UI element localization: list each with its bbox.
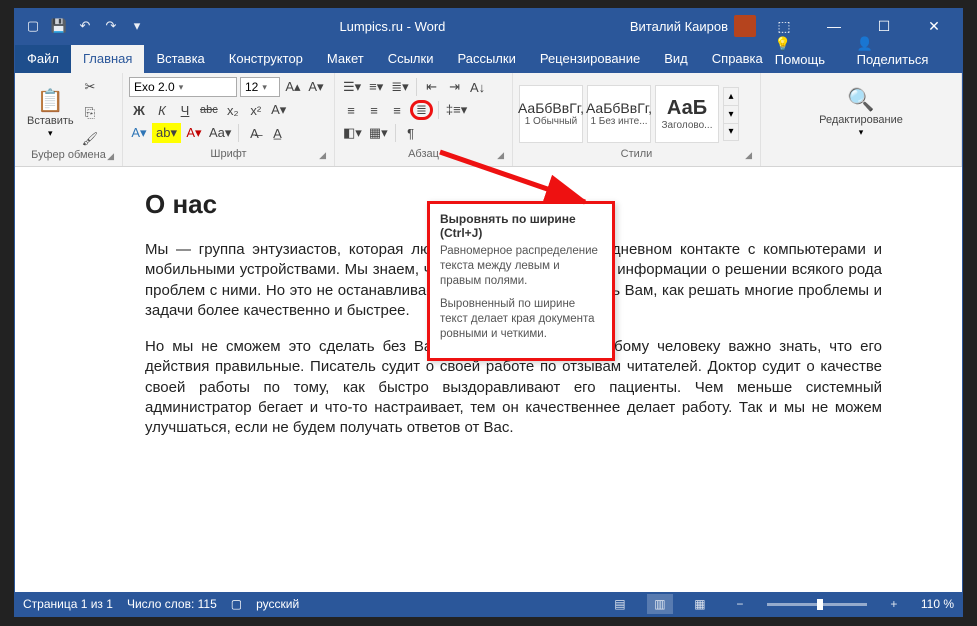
multilevel-button[interactable]: ≣▾: [389, 77, 410, 97]
view-web-icon[interactable]: ▦: [687, 594, 713, 614]
styles-scroll[interactable]: ▴▾▾: [723, 87, 739, 141]
bullets-button[interactable]: ☰▾: [341, 77, 363, 97]
zoom-in-button[interactable]: +: [881, 594, 907, 614]
undo-icon[interactable]: ↶: [77, 18, 93, 34]
launcher-icon[interactable]: ◢: [745, 150, 752, 161]
paste-button[interactable]: 📋 Вставить ▾: [21, 77, 80, 149]
redo-icon[interactable]: ↷: [103, 18, 119, 34]
style-heading1[interactable]: АаБ Заголово...: [655, 85, 719, 143]
group-label: Абзац: [408, 148, 439, 160]
font-color-button[interactable]: A▾: [184, 123, 204, 143]
tab-references[interactable]: Ссылки: [376, 45, 446, 73]
tooltip-text: Равномерное распределение текста между л…: [440, 244, 602, 289]
share-button[interactable]: 👤 Поделиться: [857, 36, 948, 67]
italic-button[interactable]: К: [152, 100, 172, 120]
tab-layout[interactable]: Макет: [315, 45, 376, 73]
user-name: Виталий Каиров: [630, 19, 728, 34]
status-language[interactable]: русский: [256, 597, 299, 611]
status-proof-icon[interactable]: ▢: [231, 597, 242, 611]
status-page[interactable]: Страница 1 из 1: [23, 597, 113, 611]
launcher-icon[interactable]: ◢: [107, 151, 114, 162]
decrease-indent-button[interactable]: ⇤: [422, 77, 442, 97]
cut-button[interactable]: ✂: [80, 77, 101, 97]
tab-mailings[interactable]: Рассылки: [445, 45, 527, 73]
tab-help[interactable]: Справка: [700, 45, 775, 73]
editing-button[interactable]: 🔍 Редактирование ▾: [767, 77, 955, 148]
group-paragraph: ☰▾ ≡▾ ≣▾ ⇤ ⇥ A↓ ≡ ≡ ≡ ≣ ‡≡▾ ◧▾: [335, 73, 513, 166]
launcher-icon[interactable]: ◢: [497, 150, 504, 161]
font-size-combo[interactable]: 12▾: [240, 77, 280, 97]
find-icon: 🔍: [847, 87, 874, 113]
group-styles: АаБбВвГг, 1 Обычный АаБбВвГг, 1 Без инте…: [513, 73, 761, 166]
shading-button[interactable]: ◧▾: [341, 123, 364, 143]
tab-home[interactable]: Главная: [71, 45, 144, 73]
tab-review[interactable]: Рецензирование: [528, 45, 652, 73]
statusbar: Страница 1 из 1 Число слов: 115 ▢ русски…: [15, 592, 962, 616]
align-justify-button[interactable]: ≣: [410, 100, 433, 120]
tab-file[interactable]: Файл: [15, 45, 71, 73]
zoom-slider[interactable]: [767, 603, 867, 606]
underline-button[interactable]: Ч: [175, 100, 195, 120]
format-painter-button[interactable]: 🖌: [80, 129, 101, 149]
align-right-button[interactable]: ≡: [387, 100, 407, 120]
ribbon-tabs: Файл Главная Вставка Конструктор Макет С…: [15, 43, 962, 73]
word-window: ▢ 💾 ↶ ↷ ▾ Lumpics.ru - Word Виталий Каир…: [14, 8, 963, 617]
tab-insert[interactable]: Вставка: [144, 45, 216, 73]
group-font: Exo 2.0▾ 12▾ A▴ A▾ Ж К Ч abc x₂ x² A▾ A▾…: [123, 73, 335, 166]
justify-tooltip: Выровнять по ширине (Ctrl+J) Равномерное…: [427, 201, 615, 361]
ribbon: 📋 Вставить ▾ ✂ ⎘ 🖌 Буфер обмена◢ Exo 2.0…: [15, 73, 962, 167]
autosave-icon[interactable]: ▢: [25, 18, 41, 34]
view-print-icon[interactable]: ▥: [647, 594, 673, 614]
status-words[interactable]: Число слов: 115: [127, 597, 217, 611]
group-label: Стили: [621, 148, 653, 160]
tooltip-title: Выровнять по ширине (Ctrl+J): [440, 212, 602, 240]
shrink-font-button[interactable]: A▾: [306, 77, 326, 97]
paste-icon: 📋: [37, 88, 64, 114]
group-label: Буфер обмена: [31, 149, 106, 161]
launcher-icon[interactable]: ◢: [319, 150, 326, 161]
bold-button[interactable]: Ж: [129, 100, 149, 120]
avatar: [734, 15, 756, 37]
borders-button[interactable]: ▦▾: [367, 123, 390, 143]
group-clipboard: 📋 Вставить ▾ ✂ ⎘ 🖌 Буфер обмена◢: [15, 73, 123, 166]
tab-view[interactable]: Вид: [652, 45, 700, 73]
align-center-button[interactable]: ≡: [364, 100, 384, 120]
strike-button[interactable]: abc: [198, 100, 220, 120]
numbering-button[interactable]: ≡▾: [366, 77, 386, 97]
style-normal[interactable]: АаБбВвГг, 1 Обычный: [519, 85, 583, 143]
font-color2-button[interactable]: A▾: [129, 123, 149, 143]
change-case-button[interactable]: Aa▾: [207, 123, 233, 143]
increase-indent-button[interactable]: ⇥: [445, 77, 465, 97]
highlight-button[interactable]: ab▾: [152, 123, 181, 143]
line-spacing-button[interactable]: ‡≡▾: [444, 100, 469, 120]
user-account[interactable]: Виталий Каиров: [630, 15, 756, 37]
sort-button[interactable]: A↓: [468, 77, 488, 97]
show-marks-button[interactable]: ¶: [401, 123, 421, 143]
group-label: Шрифт: [210, 148, 246, 160]
text-effects-button[interactable]: A▾: [269, 100, 289, 120]
window-title: Lumpics.ru - Word: [155, 19, 630, 34]
clear-format-button[interactable]: A̶: [244, 123, 264, 143]
style-nospacing[interactable]: АаБбВвГг, 1 Без инте...: [587, 85, 651, 143]
help-button[interactable]: 💡 Помощь: [775, 36, 845, 67]
copy-button[interactable]: ⎘: [80, 103, 101, 123]
font-name-combo[interactable]: Exo 2.0▾: [129, 77, 237, 97]
view-read-icon[interactable]: ▤: [607, 594, 633, 614]
align-left-button[interactable]: ≡: [341, 100, 361, 120]
save-icon[interactable]: 💾: [51, 18, 67, 34]
subscript-button[interactable]: x₂: [223, 100, 243, 120]
superscript-button[interactable]: x²: [246, 100, 266, 120]
qat-customize-icon[interactable]: ▾: [129, 18, 145, 34]
grow-font-button[interactable]: A▴: [283, 77, 303, 97]
group-editing: 🔍 Редактирование ▾: [761, 73, 962, 166]
tab-design[interactable]: Конструктор: [217, 45, 315, 73]
tooltip-text: Выровненный по ширине текст делает края …: [440, 297, 602, 342]
zoom-out-button[interactable]: −: [727, 594, 753, 614]
zoom-level[interactable]: 110 %: [921, 597, 954, 611]
char-border-button[interactable]: A̲: [267, 123, 287, 143]
